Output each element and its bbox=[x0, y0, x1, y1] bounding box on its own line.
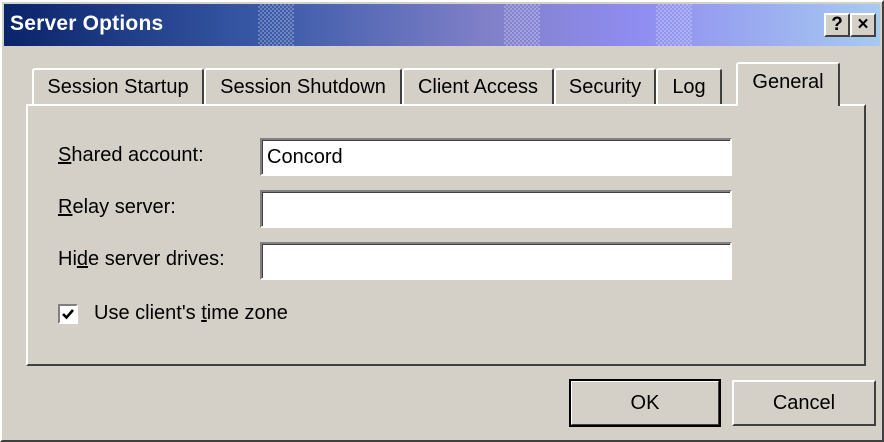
shared-account-input[interactable]: Concord bbox=[260, 138, 732, 176]
help-button[interactable]: ? bbox=[824, 13, 850, 37]
tab-session-shutdown[interactable]: Session Shutdown bbox=[204, 68, 402, 104]
ok-button[interactable]: OK bbox=[569, 379, 721, 427]
window-title: Server Options bbox=[10, 12, 164, 35]
hide-server-drives-label: Hide server drives: bbox=[58, 248, 225, 270]
close-icon: × bbox=[857, 14, 869, 35]
tab-security[interactable]: Security bbox=[554, 68, 656, 104]
tab-session-startup[interactable]: Session Startup bbox=[32, 68, 204, 104]
title-bar[interactable]: Server Options ? × bbox=[4, 4, 880, 46]
title-bar-texture bbox=[504, 4, 540, 46]
server-options-dialog: Server Options ? × Session Startup Sessi… bbox=[0, 0, 884, 442]
cancel-button[interactable]: Cancel bbox=[732, 380, 876, 426]
tab-general[interactable]: General bbox=[736, 62, 840, 106]
use-client-time-zone-label[interactable]: Use client's time zone bbox=[94, 302, 288, 325]
relay-server-label: Relay server: bbox=[58, 196, 176, 218]
tab-client-access[interactable]: Client Access bbox=[402, 68, 554, 104]
close-button[interactable]: × bbox=[850, 13, 876, 37]
hide-server-drives-input[interactable] bbox=[260, 242, 732, 280]
tab-log[interactable]: Log bbox=[656, 68, 722, 104]
shared-account-label: Shared account: bbox=[58, 144, 204, 166]
use-client-time-zone-checkbox[interactable] bbox=[58, 304, 78, 324]
title-bar-texture bbox=[656, 4, 692, 46]
title-bar-texture bbox=[258, 4, 294, 46]
relay-server-input[interactable] bbox=[260, 190, 732, 228]
general-tab-panel: Shared account: Concord Relay server: Hi… bbox=[26, 104, 866, 366]
checkmark-icon bbox=[62, 309, 74, 320]
